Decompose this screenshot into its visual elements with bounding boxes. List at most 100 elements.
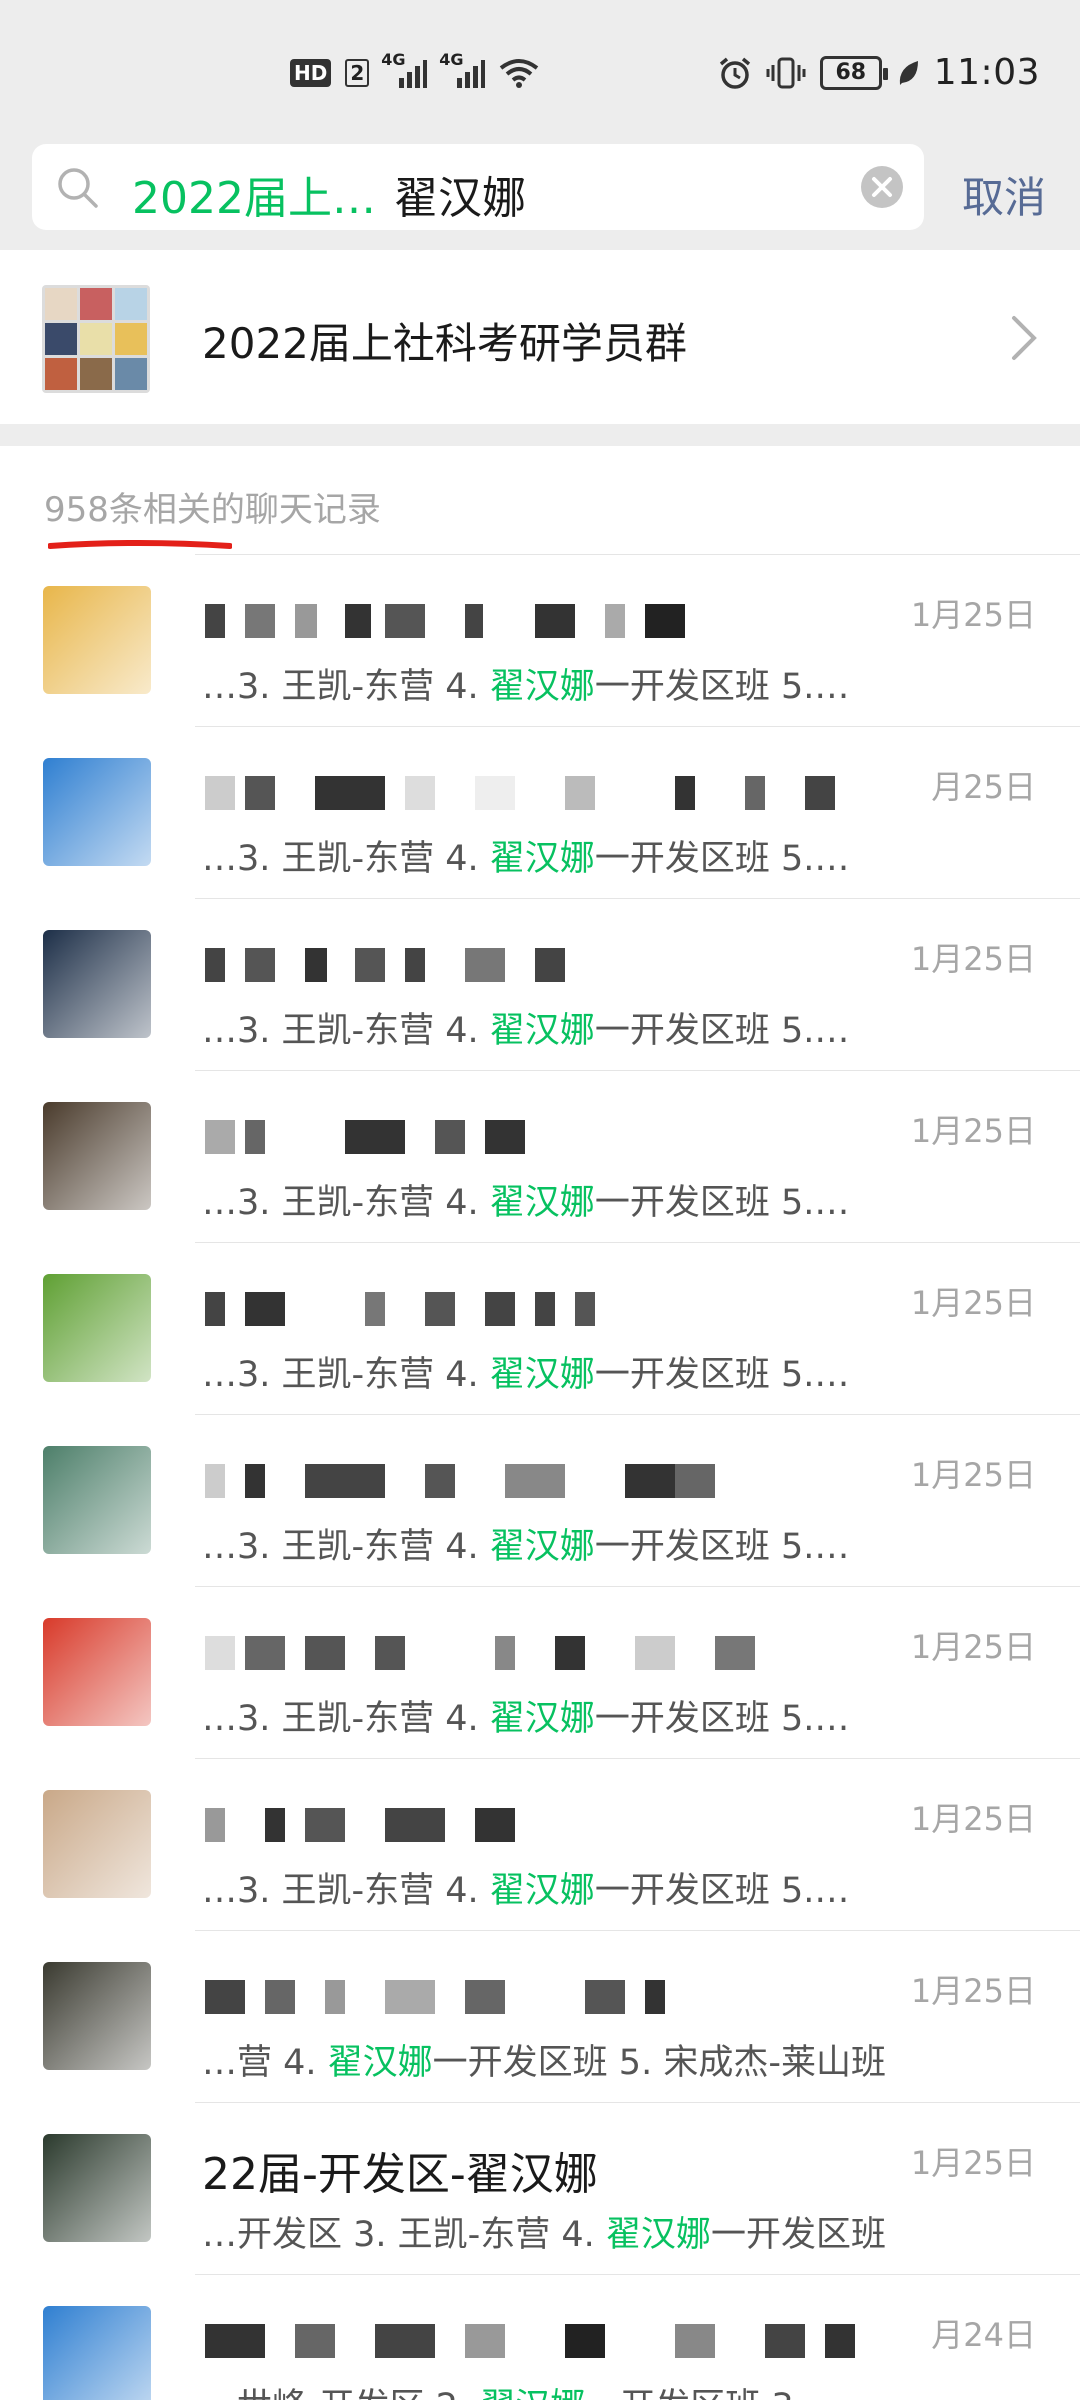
- battery-icon: 68: [819, 55, 888, 90]
- snippet-highlight: 翟汉娜: [480, 2387, 585, 2400]
- snippet-text-before: …3. 王凯-东营 4.: [202, 1871, 490, 1911]
- search-term: 翟汉娜: [393, 173, 526, 224]
- message-snippet: …3. 王凯-东营 4. 翟汉娜一开发区班 5.…: [202, 1690, 849, 1741]
- chat-record-row[interactable]: 1月25日 …3. 王凯-东营 4. 翟汉娜一开发区班 5.…: [0, 1586, 1080, 1758]
- chat-record-row[interactable]: 1月25日 …营 4. 翟汉娜一开发区班 5. 宋成杰-莱山班: [0, 1930, 1080, 2102]
- snippet-text-after: 一开发区班 5.…: [594, 1011, 850, 1051]
- hd-badge: HD: [290, 59, 332, 87]
- message-date: 1月25日: [910, 2144, 1036, 2182]
- chat-record-row[interactable]: 1月25日 …3. 王凯-东营 4. 翟汉娜一开发区班 5.…: [0, 1070, 1080, 1242]
- search-input[interactable]: 2022届上… 翟汉娜: [32, 144, 924, 230]
- chat-record-row[interactable]: 22届-开发区-翟汉娜 1月25日 …开发区 3. 王凯-东营 4. 翟汉娜一开发区…: [0, 2102, 1080, 2274]
- snippet-text-after: 一开发区班 5. 宋成杰-莱山班: [432, 2043, 886, 2083]
- group-name: 2022届上社科考研学员群: [202, 319, 687, 368]
- status-bar: HD 2 4G 4G 68 11:03: [0, 0, 1080, 140]
- search-query: 2022届上… 翟汉娜: [132, 162, 526, 226]
- message-snippet: …营 4. 翟汉娜一开发区班 5. 宋成杰-莱山班: [202, 2034, 886, 2085]
- fruit-avatar: [43, 1274, 151, 1382]
- row-divider: [195, 1070, 1080, 1071]
- snippet-text-after: 一开发区班 5.…: [594, 1699, 850, 1739]
- search-icon: [58, 168, 98, 208]
- message-snippet: …世峰-开发区 2. 翟汉娜一开发区班 3.: [202, 2378, 805, 2400]
- redacted-chat-title: [205, 2316, 925, 2360]
- chat-record-row[interactable]: 月25日 …3. 王凯-东营 4. 翟汉娜一开发区班 5.…: [0, 726, 1080, 898]
- snippet-text-before: …3. 王凯-东营 4.: [202, 1699, 490, 1739]
- snippet-highlight: 翟汉娜: [489, 1699, 595, 1739]
- mask-avatar: [43, 1962, 151, 2070]
- snippet-text-after: 一开发区班 3.: [585, 2387, 805, 2400]
- section-separator: [0, 424, 1080, 446]
- row-divider: [195, 726, 1080, 727]
- chat-record-row[interactable]: 1月25日 …3. 王凯-东营 4. 翟汉娜一开发区班 5.…: [0, 1242, 1080, 1414]
- row-divider: [195, 2102, 1080, 2103]
- heart-cloud-avatar: [43, 758, 151, 866]
- snippet-highlight: 翟汉娜: [489, 667, 595, 707]
- redacted-chat-title: [205, 1456, 925, 1500]
- message-date: 1月25日: [910, 940, 1036, 978]
- message-snippet: …3. 王凯-东营 4. 翟汉娜一开发区班 5.…: [202, 658, 849, 709]
- heart-cloud-avatar: [43, 2306, 151, 2400]
- chat-records-header: 958条相关的聊天记录: [0, 446, 1080, 554]
- snippet-text-before: …开发区 3. 王凯-东营 4.: [202, 2215, 606, 2255]
- chat-record-row[interactable]: 1月25日 …3. 王凯-东营 4. 翟汉娜一开发区班 5.…: [0, 1414, 1080, 1586]
- signal-1-label: 4G: [381, 50, 406, 69]
- row-divider: [195, 1586, 1080, 1587]
- snippet-text-before: …3. 王凯-东营 4.: [202, 1355, 490, 1395]
- chat-record-list: 1月25日 …3. 王凯-东营 4. 翟汉娜一开发区班 5.… 月25日 …3. 王凯…: [0, 554, 1080, 2400]
- message-date: 1月25日: [910, 1112, 1036, 1150]
- row-divider: [195, 898, 1080, 899]
- signal-2-label: 4G: [439, 50, 464, 69]
- snippet-text-after: 一开发区班 5.…: [594, 1355, 850, 1395]
- redacted-chat-title: [205, 1112, 925, 1156]
- snippet-text-before: …3. 王凯-东营 4.: [202, 1527, 490, 1567]
- message-snippet: …开发区 3. 王凯-东营 4. 翟汉娜一开发区班: [202, 2206, 886, 2257]
- snippet-highlight: 翟汉娜: [489, 1355, 595, 1395]
- redacted-chat-title: [205, 1800, 925, 1844]
- message-date: 1月25日: [910, 1284, 1036, 1322]
- message-date: 1月25日: [910, 596, 1036, 634]
- search-bar: 2022届上… 翟汉娜 取消: [0, 140, 1080, 250]
- row-divider: [195, 2274, 1080, 2275]
- row-divider: [195, 1930, 1080, 1931]
- snippet-text-after: 一开发区班 5.…: [594, 839, 850, 879]
- group-result[interactable]: 2022届上社科考研学员群: [0, 250, 1080, 424]
- chevron-right-icon: [1012, 316, 1037, 360]
- cancel-button[interactable]: 取消: [962, 164, 1046, 225]
- snippet-text-before: …3. 王凯-东营 4.: [202, 839, 490, 879]
- row-divider: [195, 1758, 1080, 1759]
- signal-2-icon: 4G: [439, 50, 486, 88]
- sim-badge: 2: [345, 59, 370, 87]
- chat-record-row[interactable]: 1月25日 …3. 王凯-东营 4. 翟汉娜一开发区班 5.…: [0, 1758, 1080, 1930]
- redacted-chat-title: [205, 768, 925, 812]
- snippet-text-after: 一开发区班 5.…: [594, 1871, 850, 1911]
- snippet-text-after: 一开发区班 5.…: [594, 667, 850, 707]
- man-photo-avatar: [43, 1790, 151, 1898]
- photo-avatar: [43, 1102, 151, 1210]
- snippet-text-before: …世峰-开发区 2.: [202, 2387, 480, 2400]
- redacted-chat-title: [205, 1628, 925, 1672]
- clover-avatar: [43, 2134, 151, 2242]
- clear-icon[interactable]: [860, 165, 904, 209]
- snippet-highlight: 翟汉娜: [489, 839, 595, 879]
- snippet-text-before: …3. 王凯-东营 4.: [202, 1183, 490, 1223]
- redacted-chat-title: [205, 940, 925, 984]
- network-indicators: HD 2 4G 4G: [290, 50, 539, 88]
- search-scope-chip[interactable]: 2022届上…: [132, 173, 376, 224]
- row-divider: [195, 1242, 1080, 1243]
- snippet-text-after: 一开发区班 5.…: [594, 1527, 850, 1567]
- snippet-text-before: …3. 王凯-东营 4.: [202, 667, 490, 707]
- dark-blue-avatar: [43, 930, 151, 1038]
- message-snippet: …3. 王凯-东营 4. 翟汉娜一开发区班 5.…: [202, 830, 849, 881]
- chat-record-row[interactable]: 1月25日 …3. 王凯-东营 4. 翟汉娜一开发区班 5.…: [0, 554, 1080, 726]
- wifi-icon: [500, 59, 539, 88]
- chat-record-row[interactable]: 1月25日 …3. 王凯-东营 4. 翟汉娜一开发区班 5.…: [0, 898, 1080, 1070]
- chat-record-row[interactable]: 月24日 …世峰-开发区 2. 翟汉娜一开发区班 3.: [0, 2274, 1080, 2400]
- message-snippet: …3. 王凯-东营 4. 翟汉娜一开发区班 5.…: [202, 1002, 849, 1053]
- cartoon-cloud-avatar: [43, 586, 151, 694]
- message-date: 1月25日: [910, 1628, 1036, 1666]
- chat-title: 22届-开发区-翟汉娜: [202, 2149, 598, 2200]
- snippet-text-before: …营 4.: [202, 2043, 328, 2083]
- snippet-highlight: 翟汉娜: [489, 1011, 595, 1051]
- signal-1-icon: 4G: [381, 50, 428, 88]
- section-title: 958条相关的聊天记录: [44, 490, 381, 530]
